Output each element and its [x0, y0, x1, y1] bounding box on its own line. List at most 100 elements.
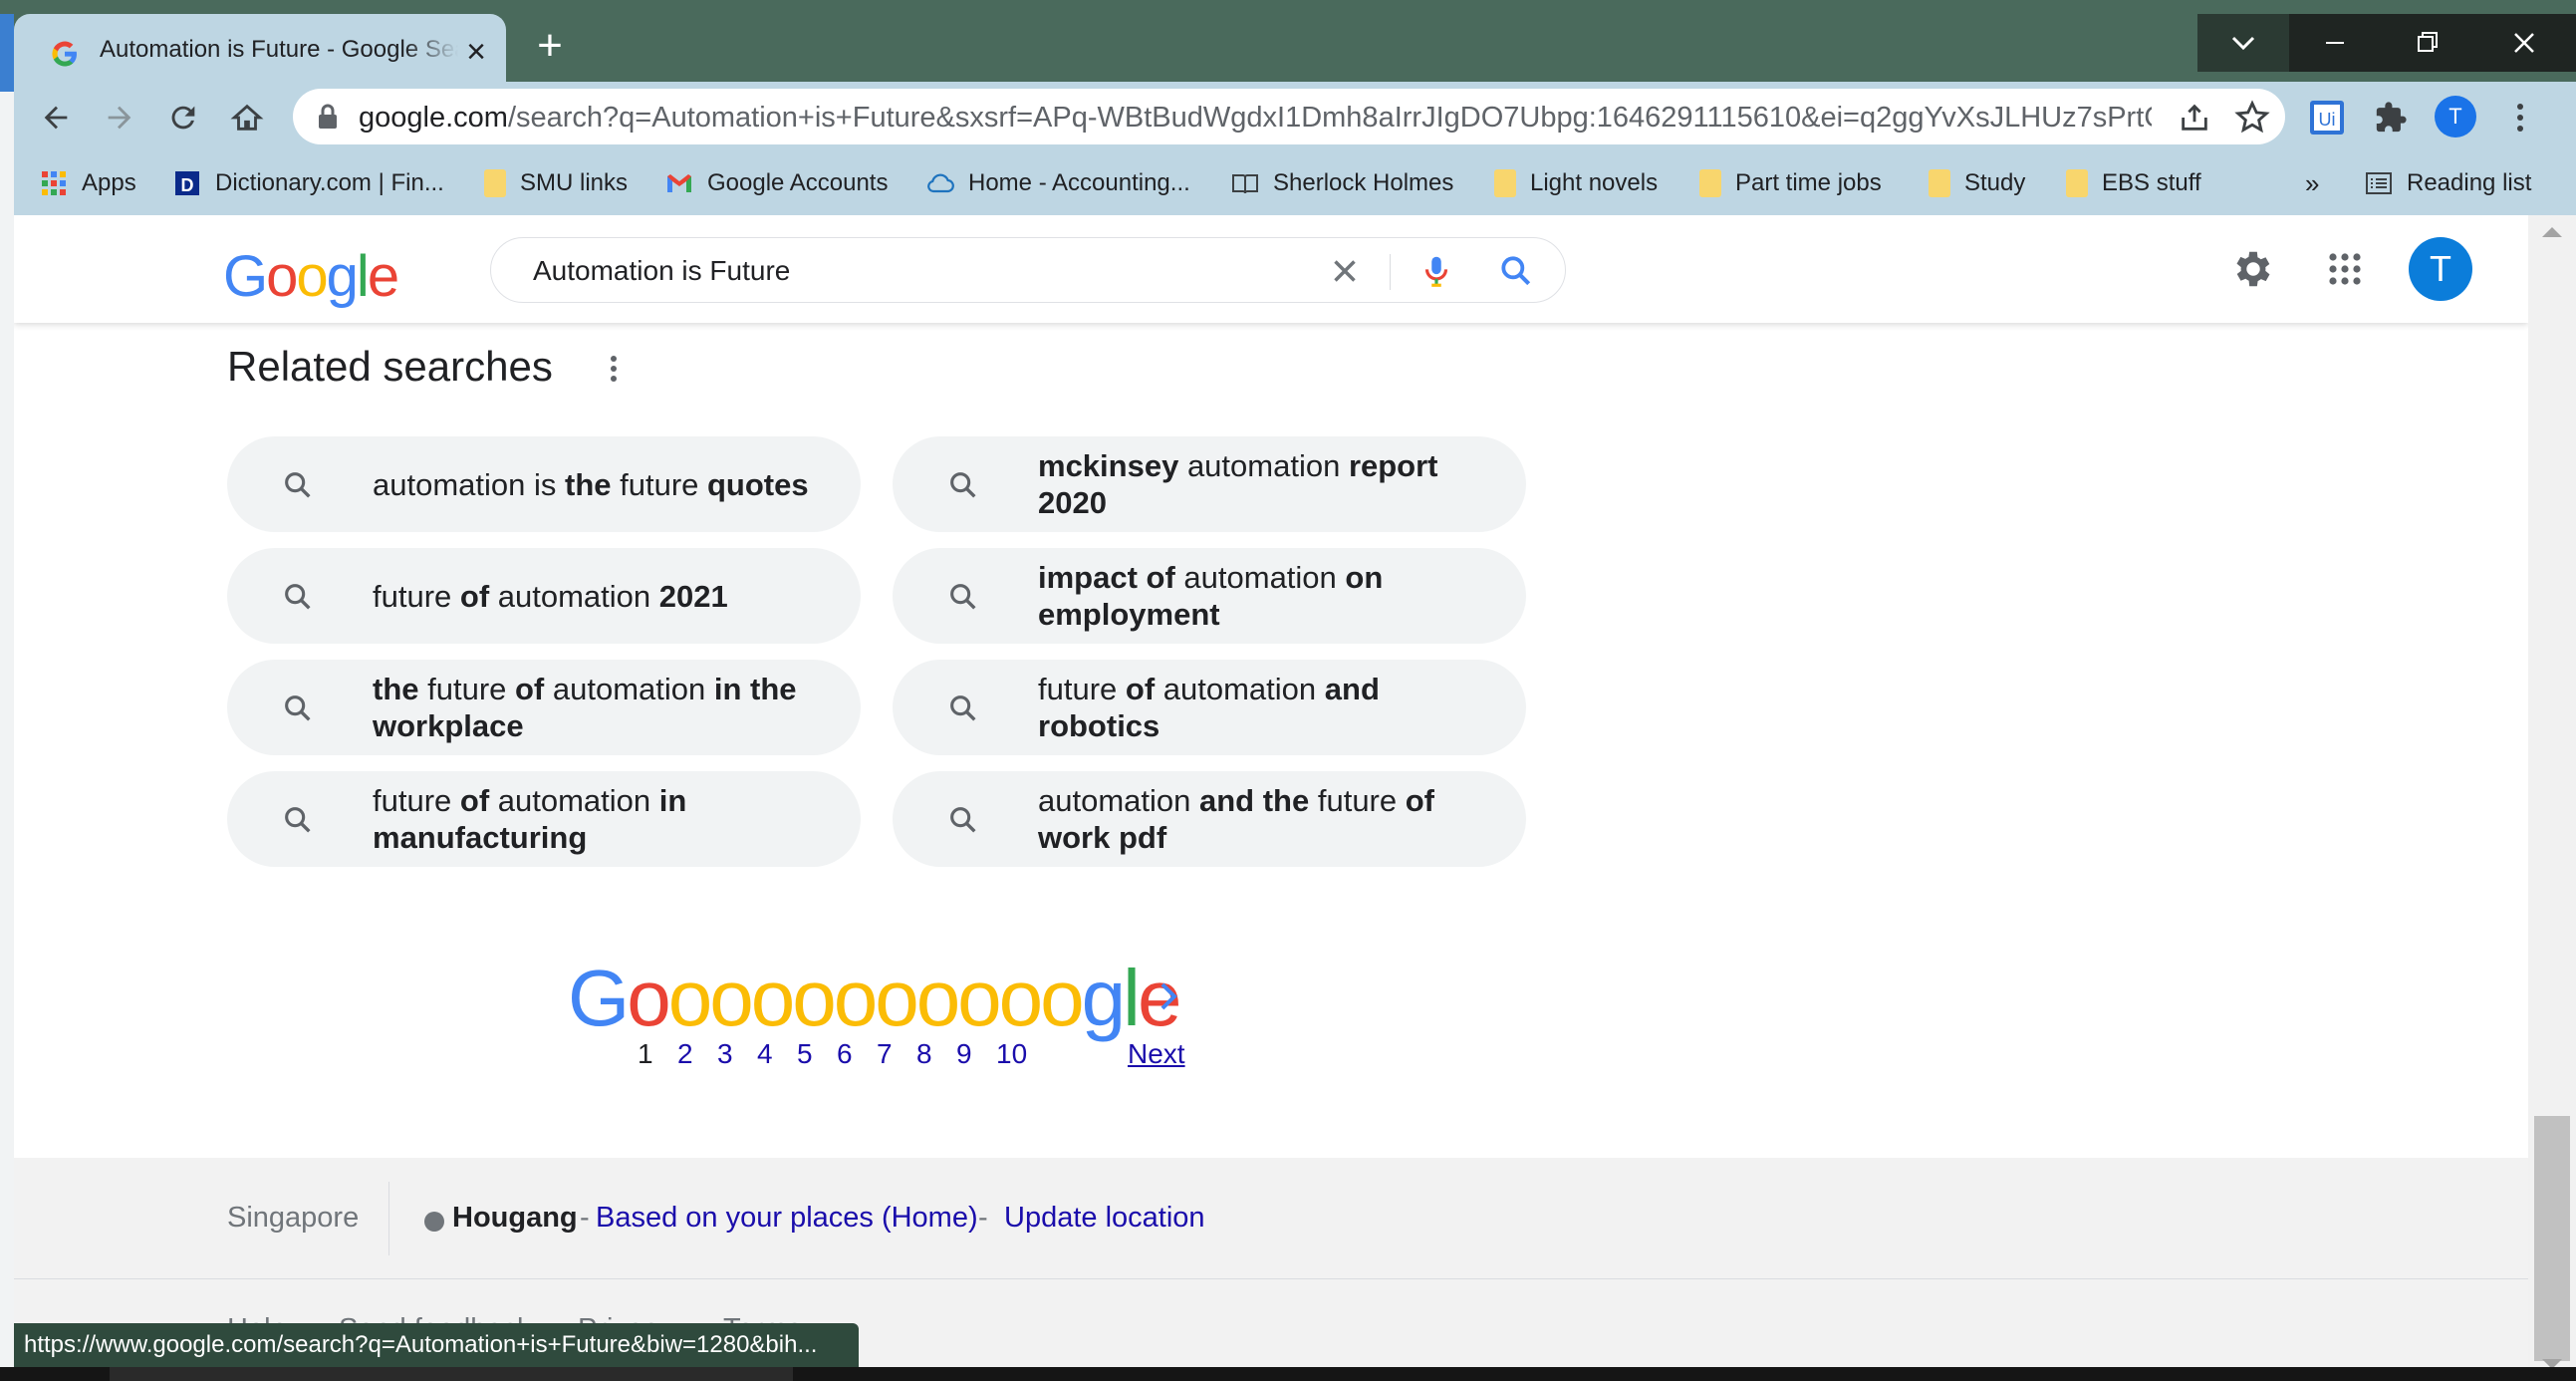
page-number-link[interactable]: 10 [996, 1038, 1027, 1070]
page-number-link[interactable]: 8 [916, 1038, 932, 1070]
folder-icon [484, 169, 506, 197]
search-input[interactable]: Automation is Future [533, 255, 790, 287]
footer-divider [388, 1182, 389, 1255]
folder-icon [1494, 169, 1516, 197]
os-taskbar-edge [0, 1367, 2576, 1381]
home-button[interactable] [223, 94, 271, 141]
search-icon[interactable] [1497, 252, 1535, 290]
related-search-chip[interactable]: impact of automation on employment [893, 548, 1526, 644]
bookmark-folder-ebs-stuff[interactable]: EBS stuff [2066, 163, 2201, 203]
page-number-link[interactable]: 2 [677, 1038, 693, 1070]
bookmark-label: EBS stuff [2102, 169, 2201, 196]
bookmark-folder-smu-links[interactable]: SMU links [484, 163, 628, 203]
related-search-chip[interactable]: the future of automation in the workplac… [227, 660, 861, 755]
address-bar[interactable]: google.com/search?q=Automation+is+Future… [293, 89, 2285, 144]
tab-close-icon[interactable]: × [460, 35, 492, 69]
bookmark-folder-light-novels[interactable]: Light novels [1494, 163, 1658, 203]
bookmark-label: Home - Accounting... [968, 169, 1190, 196]
page-number-link[interactable]: 5 [797, 1038, 813, 1070]
reading-list-button[interactable]: Reading list [2365, 163, 2531, 203]
page-number-link[interactable]: 6 [837, 1038, 853, 1070]
reload-button[interactable] [159, 94, 207, 141]
bookmarks-overflow-button[interactable]: » [2305, 163, 2319, 203]
url-text: google.com/search?q=Automation+is+Future… [359, 102, 2152, 135]
bookmark-folder-study[interactable]: Study [1929, 163, 2025, 203]
related-search-chip[interactable]: mckinsey automation report 2020 [893, 436, 1526, 532]
related-search-text: mckinsey automation report 2020 [1038, 436, 1506, 532]
based-on-places-link[interactable]: Based on your places (Home) [596, 1202, 978, 1235]
profile-avatar-button[interactable]: T [2435, 96, 2476, 138]
related-search-chip[interactable]: future of automation in manufacturing [227, 771, 861, 867]
related-search-chip[interactable]: future of automation and robotics [893, 660, 1526, 755]
bookmark-label: SMU links [520, 169, 629, 196]
chevron-down-icon [2231, 36, 2255, 51]
page-number-link[interactable]: 4 [757, 1038, 773, 1070]
apps-grid-icon [2329, 253, 2361, 285]
folder-icon [1929, 169, 1950, 197]
new-tab-button[interactable]: + [528, 24, 572, 68]
google-sticky-header: Google Automation is Future T [14, 215, 2528, 323]
settings-button[interactable] [2227, 243, 2279, 295]
dictionary-icon: D [175, 171, 199, 195]
page-number-link[interactable]: 9 [956, 1038, 972, 1070]
chevron-right-icon[interactable] [1152, 976, 1185, 1016]
bookmark-star-icon[interactable] [2233, 99, 2271, 137]
tab-search-button[interactable] [2197, 14, 2289, 72]
google-logo[interactable]: Google [223, 243, 399, 310]
related-search-chip[interactable]: automation is the future quotes [227, 436, 861, 532]
chrome-menu-button[interactable] [2496, 94, 2544, 141]
bookmark-sherlock-holmes[interactable]: Sherlock Holmes [1231, 163, 1453, 203]
bookmark-folder-part-time-jobs[interactable]: Part time jobs [1699, 163, 1882, 203]
close-window-button[interactable] [2472, 14, 2576, 72]
bookmark-label: Google Accounts [707, 169, 889, 196]
scroll-up-arrow-icon[interactable] [2542, 227, 2562, 237]
search-box[interactable]: Automation is Future [490, 237, 1566, 303]
account-avatar[interactable]: T [2409, 237, 2472, 301]
lock-icon [319, 104, 337, 129]
page-scrollbar[interactable] [2528, 215, 2576, 1381]
bookmark-accounting[interactable]: Home - Accounting... [926, 163, 1190, 203]
minimize-button[interactable] [2289, 14, 2381, 72]
related-search-chip[interactable]: future of automation 2021 [227, 548, 861, 644]
bookmarks-bar: Apps D Dictionary.com | Fin... SMU links… [14, 151, 2576, 215]
share-icon[interactable] [2178, 101, 2211, 135]
bookmark-google-accounts[interactable]: Google Accounts [665, 163, 888, 203]
more-options-icon[interactable] [602, 351, 626, 387]
scrollbar-thumb[interactable] [2534, 1116, 2570, 1361]
location-row: Singapore Hougang - Based on your places… [14, 1158, 2528, 1279]
restore-icon [2418, 32, 2438, 52]
page-number-link[interactable]: 3 [717, 1038, 733, 1070]
uipath-extension-button[interactable]: Ui [2303, 94, 2351, 141]
page-number-link: 1 [638, 1038, 653, 1069]
page-viewport: Google Automation is Future T Related se… [14, 215, 2528, 1381]
clear-search-icon[interactable] [1326, 252, 1364, 290]
puzzle-icon [2376, 102, 2407, 133]
search-icon [285, 695, 311, 721]
location-name: Hougang [452, 1202, 578, 1234]
forward-button[interactable] [96, 94, 143, 141]
taskbar-item [110, 1367, 793, 1381]
back-button[interactable] [32, 94, 80, 141]
active-tab[interactable]: Automation is Future - Google Search × [14, 14, 506, 92]
microphone-icon[interactable] [1417, 252, 1455, 290]
page-number-link[interactable]: 7 [877, 1038, 893, 1070]
next-page-link[interactable]: Next [1128, 1038, 1185, 1070]
tab-title: Automation is Future - Google Search [100, 36, 458, 63]
related-search-text: the future of automation in the workplac… [373, 660, 841, 755]
related-search-text: future of automation in manufacturing [373, 771, 841, 867]
related-searches-heading: Related searches [227, 343, 553, 390]
bookmark-apps[interactable]: Apps [40, 163, 136, 203]
uipath-icon: Ui [2310, 101, 2344, 135]
update-location-link[interactable]: Update location [1004, 1202, 1205, 1235]
related-search-chip[interactable]: automation and the future of work pdf [893, 771, 1526, 867]
bookmark-dictionary[interactable]: D Dictionary.com | Fin... [173, 163, 444, 203]
extensions-button[interactable] [2367, 94, 2415, 141]
search-icon [285, 472, 311, 498]
google-apps-button[interactable] [2319, 243, 2371, 295]
restore-button[interactable] [2381, 14, 2472, 72]
reload-icon [171, 106, 195, 130]
google-favicon-icon [52, 41, 77, 67]
back-arrow-icon [44, 106, 68, 130]
gear-icon [2236, 251, 2270, 287]
kebab-menu-icon [2517, 104, 2523, 132]
